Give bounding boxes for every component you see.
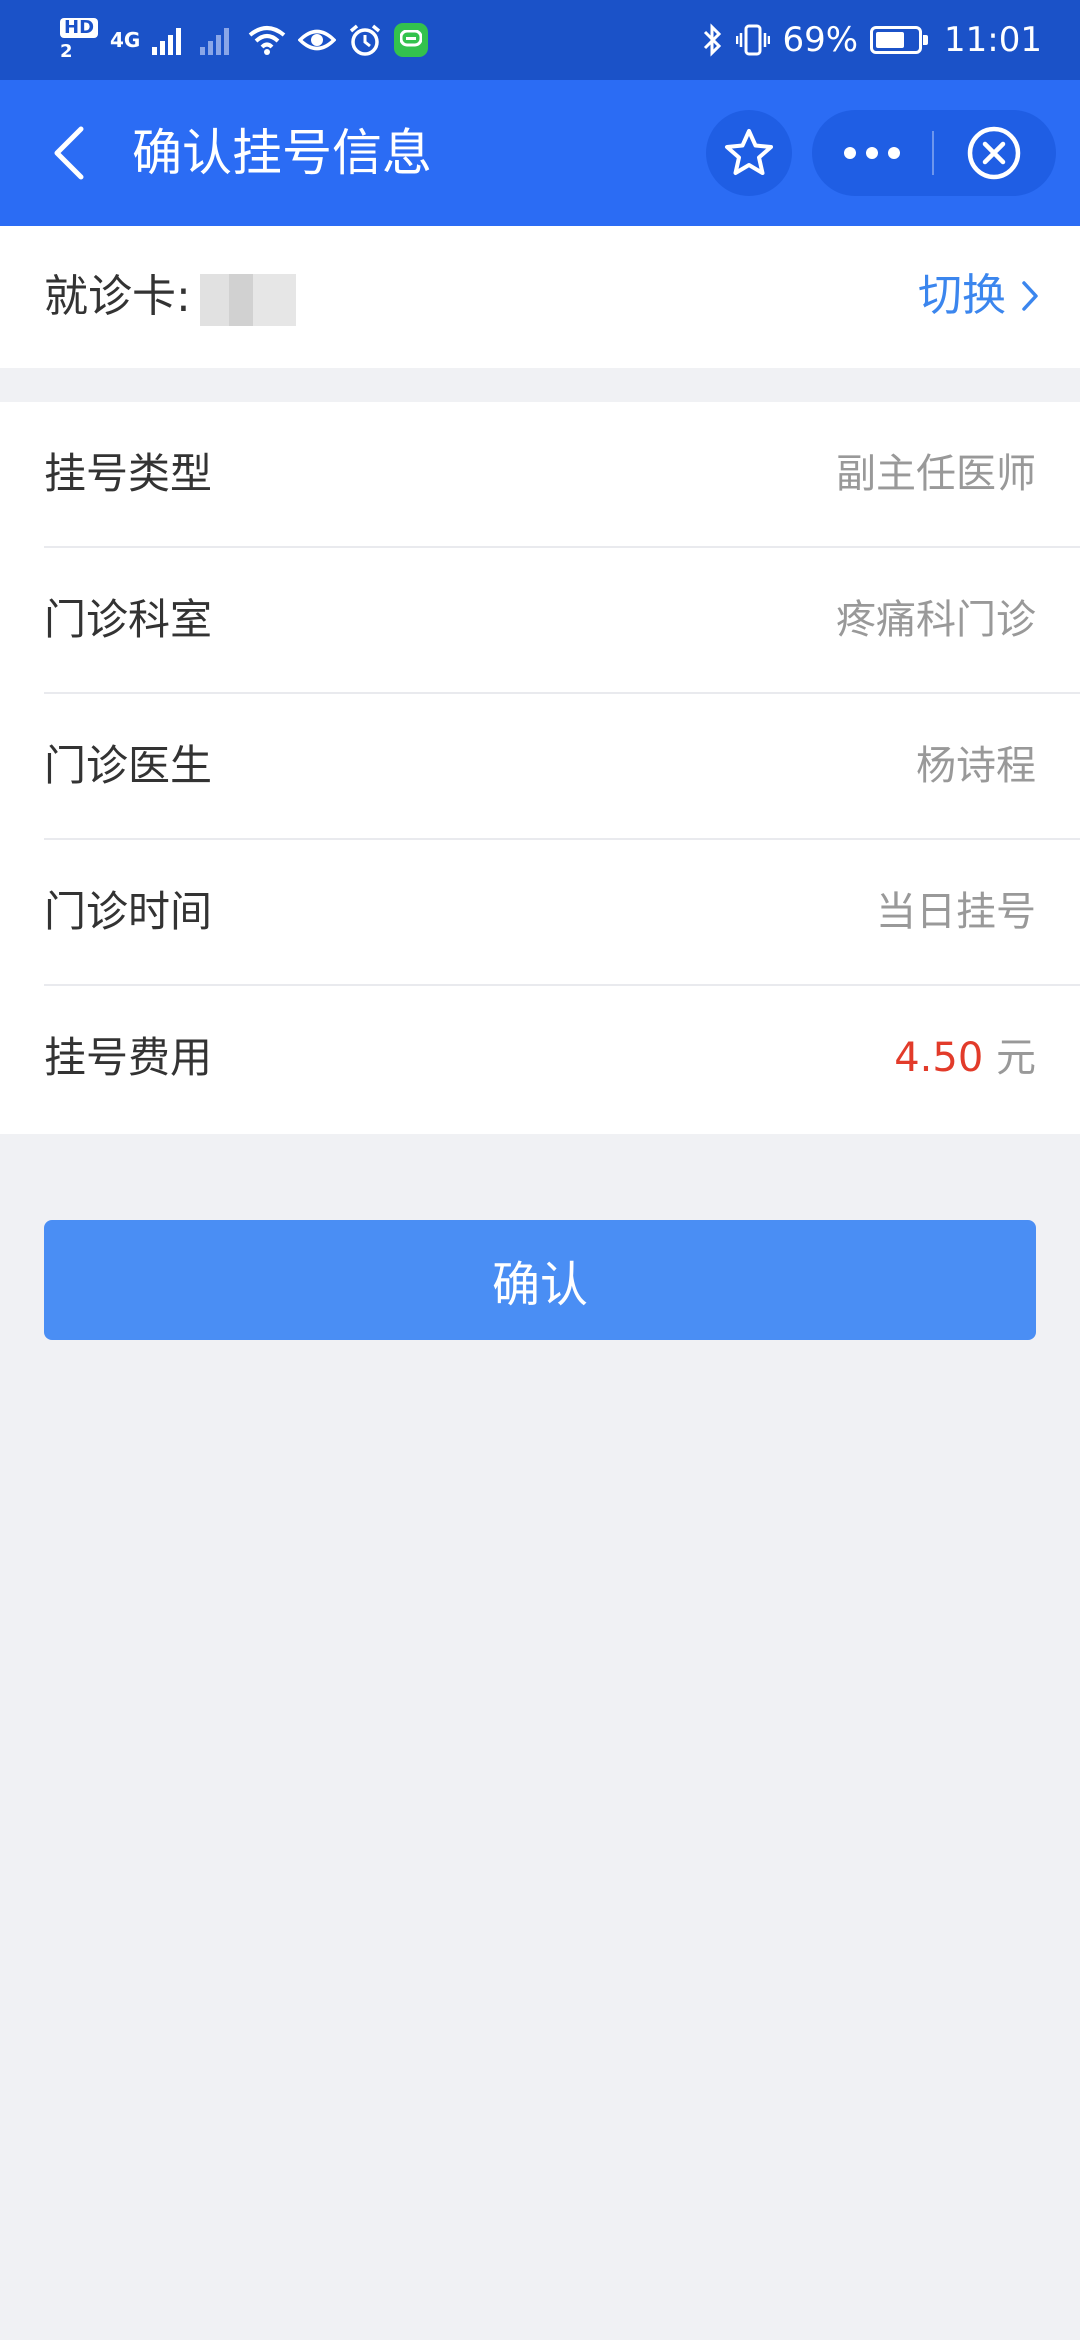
wifi-icon — [249, 26, 286, 55]
detail-value: 当日挂号 — [876, 889, 1036, 935]
detail-label: 门诊科室 — [44, 595, 213, 644]
medical-card-row: 就诊卡: 切换 — [0, 226, 1080, 368]
detail-row-fee: 挂号费用 4.50 元 — [0, 986, 1080, 1132]
status-bar: HD 2 4G 69% 11:01 — [0, 0, 1080, 80]
fee-amount: 4.50 — [894, 1035, 984, 1081]
detail-label: 门诊医生 — [44, 741, 213, 790]
detail-value: 疼痛科门诊 — [836, 597, 1036, 643]
detail-row-type: 挂号类型 副主任医师 — [0, 402, 1080, 548]
sim-indicator: HD 2 — [60, 18, 99, 62]
favorite-button[interactable] — [706, 110, 792, 196]
status-bar-left: HD 2 4G — [60, 12, 429, 68]
close-button[interactable] — [934, 110, 1054, 196]
confirm-button[interactable]: 确认 — [44, 1220, 1036, 1340]
signal-icon — [152, 28, 182, 55]
status-bar-right: 69% 11:01 — [702, 12, 1042, 68]
page-title: 确认挂号信息 — [132, 124, 432, 182]
eye-icon — [298, 29, 337, 51]
fee-label: 挂号费用 — [44, 1033, 213, 1082]
more-button[interactable] — [812, 110, 932, 196]
fee-unit: 元 — [996, 1035, 1036, 1081]
network-type: 4G — [110, 28, 141, 52]
more-dots-icon — [844, 147, 856, 159]
detail-value: 杨诗程 — [916, 743, 1036, 789]
star-icon — [725, 129, 773, 175]
detail-row-doctor: 门诊医生 杨诗程 — [0, 694, 1080, 840]
switch-card-button[interactable]: 切换 — [918, 266, 1040, 326]
medical-card-number-redacted — [200, 274, 296, 326]
clock: 11:01 — [944, 20, 1042, 60]
back-button[interactable] — [40, 118, 96, 188]
registration-details: 挂号类型 副主任医师 门诊科室 疼痛科门诊 门诊医生 杨诗程 门诊时间 当日挂号… — [0, 402, 1080, 1134]
battery-icon — [870, 26, 929, 54]
detail-value: 副主任医师 — [836, 451, 1036, 497]
vibrate-icon — [736, 24, 771, 56]
detail-label: 挂号类型 — [44, 449, 213, 498]
detail-label: 门诊时间 — [44, 887, 213, 936]
nav-bar: 确认挂号信息 — [0, 80, 1080, 226]
chevron-right-icon — [1022, 281, 1038, 311]
close-circle-icon — [967, 126, 1021, 180]
battery-percent: 69% — [782, 20, 859, 60]
fee-value: 4.50 元 — [894, 1032, 1036, 1084]
message-app-icon — [394, 23, 429, 57]
battery-fill — [876, 32, 904, 48]
medical-card-label: 就诊卡: — [44, 271, 191, 322]
hd-badge: HD — [60, 18, 99, 38]
chevron-left-icon — [54, 126, 84, 180]
mini-program-capsule — [812, 110, 1056, 196]
alarm-icon — [350, 24, 381, 56]
detail-row-time: 门诊时间 当日挂号 — [0, 840, 1080, 986]
switch-card-label: 切换 — [918, 270, 1006, 321]
bluetooth-icon — [704, 23, 722, 57]
detail-row-department: 门诊科室 疼痛科门诊 — [0, 548, 1080, 694]
sim-slot-2: 2 — [60, 41, 73, 62]
signal-no-service-icon — [200, 28, 230, 55]
